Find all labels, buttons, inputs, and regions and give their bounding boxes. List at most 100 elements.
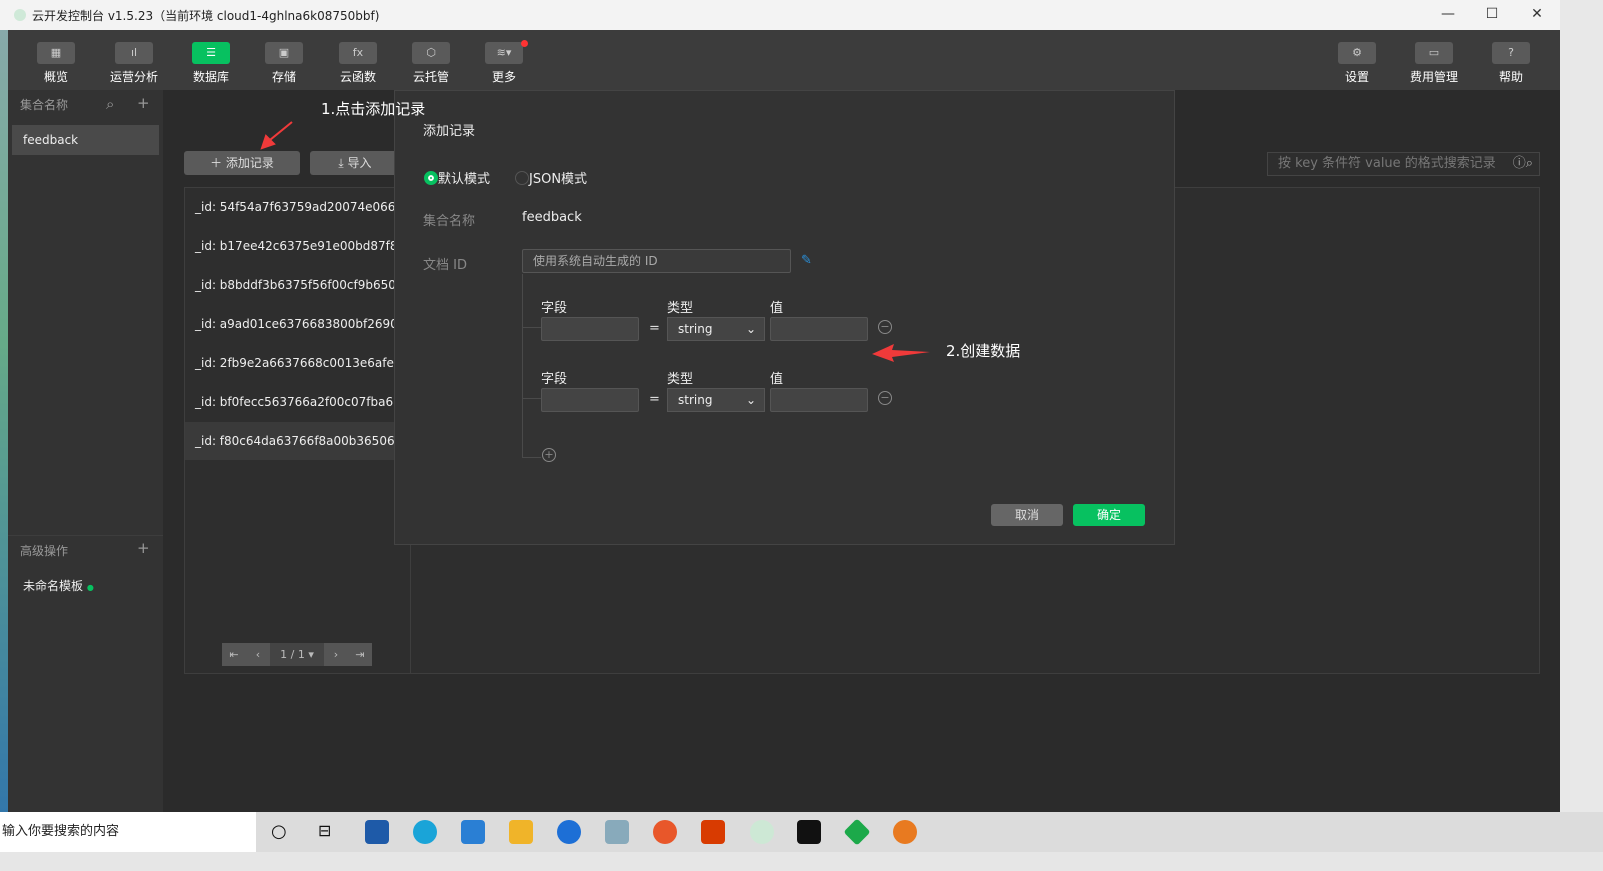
plus-icon: ＋ [210,156,226,170]
tool-functions[interactable]: fx 云函数 [333,42,383,85]
wechat-devtools-icon[interactable] [750,820,774,844]
record-item[interactable]: _id: 2fb9e2a6637668c0013e6afe34... [185,344,411,382]
next-page-button[interactable]: › [324,648,348,661]
office-icon[interactable] [701,820,725,844]
record-item[interactable]: _id: 54f54a7f63759ad20074e06655... [185,188,411,226]
record-item-selected[interactable]: _id: f80c64da63766f8a00b3650618... [185,422,411,460]
page-select[interactable]: 1 / 1 ▾ [270,643,324,666]
annotation-step2: 2.创建数据 [946,342,1021,360]
radio-checked-icon [424,170,438,185]
add-record-button[interactable]: ＋ 添加记录 [184,151,300,175]
record-item[interactable]: _id: b8bddf3b6375f56f00cf9b6503... [185,266,411,304]
function-icon: fx [339,42,377,64]
record-item[interactable]: _id: bf0fecc563766a2f00c07fba632... [185,383,411,421]
tool-settings[interactable]: ⚙ 设置 [1332,42,1382,85]
help-icon: ? [1492,42,1530,64]
app-icon[interactable] [893,820,917,844]
tool-hosting[interactable]: ⬡ 云托管 [406,42,456,85]
tool-label: 帮助 [1498,70,1523,84]
type-select[interactable]: string ⌄ [667,317,765,341]
tree-line [522,274,523,457]
app-logo-icon [14,9,26,21]
field-value-input[interactable] [770,388,868,412]
import-button[interactable]: ⤓ 导入 [310,151,400,175]
collection-value: feedback [522,210,582,225]
docid-input[interactable]: 使用系统自动生成的 ID [522,249,791,273]
tool-more[interactable]: ≋▾ 更多 [479,42,529,85]
edit-icon[interactable]: ✎ [801,253,812,268]
app-icon[interactable] [843,818,871,846]
add-field-icon[interactable]: + [542,448,556,462]
tool-database[interactable]: ☰ 数据库 [186,42,236,85]
collection-item-feedback[interactable]: feedback [12,125,159,155]
tool-label: 概览 [43,70,68,84]
title-bar: 云开发控制台 v1.5.23（当前环境 cloud1-4ghlna6k08750… [0,0,1560,30]
tool-storage[interactable]: ▣ 存储 [259,42,309,85]
file-explorer-icon[interactable] [509,820,533,844]
annotation-arrow-icon [260,121,293,150]
pagination: ⇤ ‹ 1 / 1 ▾ › ⇥ [222,643,372,666]
mode-default-radio[interactable]: 默认模式 [424,168,490,187]
app-icon[interactable] [557,820,581,844]
taskbar-search[interactable]: 输入你要搜索的内容 [0,812,256,852]
docid-placeholder: 使用系统自动生成的 ID [533,254,658,268]
tree-branch [522,327,541,328]
mail-icon[interactable] [461,820,485,844]
collections-sidebar: 集合名称 ⌕ + feedback 高级操作 + 未命名模板 ● [8,90,163,812]
minimize-button[interactable]: — [1438,6,1458,22]
add-record-label: 添加记录 [225,156,274,170]
add-template-icon[interactable]: + [137,539,150,557]
first-page-button[interactable]: ⇤ [222,648,246,661]
store-icon[interactable] [365,820,389,844]
task-view-icon[interactable]: ⊟ [318,821,331,840]
tool-billing[interactable]: ▭ 费用管理 [1409,42,1459,85]
maximize-button[interactable]: ☐ [1482,6,1502,22]
cancel-button[interactable]: 取消 [991,504,1063,526]
floppy-icon: ▣ [265,42,303,64]
record-item[interactable]: _id: a9ad01ce6376683800bf26903... [185,305,411,343]
terminal-icon[interactable] [797,820,821,844]
add-collection-icon[interactable]: + [137,94,150,112]
tool-label: 设置 [1344,70,1369,84]
last-page-button[interactable]: ⇥ [348,648,372,661]
remove-field-icon[interactable]: − [878,391,892,405]
mode-json-radio[interactable]: JSON模式 [515,168,587,187]
desktop-background-right [1560,0,1603,812]
gear-icon: ⚙ [1338,42,1376,64]
database-icon: ☰ [192,42,230,64]
tool-label: 数据库 [192,70,229,84]
search-icon[interactable]: ⌕ [106,95,114,113]
tool-label: 更多 [491,70,516,84]
field-name-input[interactable] [541,388,639,412]
prev-page-button[interactable]: ‹ [246,648,270,661]
field-name-input[interactable] [541,317,639,341]
radio-unchecked-icon [515,170,529,185]
remove-field-icon[interactable]: − [878,320,892,334]
app-icon[interactable] [605,820,629,844]
top-toolbar: ▦ 概览 ıl 运营分析 ☰ 数据库 ▣ 存储 fx 云函数 ⬡ 云托管 ≋▾ 更多 ⚙ 设置 … [8,30,1560,90]
grid-icon: ▦ [37,42,75,64]
record-item[interactable]: _id: b17ee42c6375e91e00bd87f83... [185,227,411,265]
tool-help[interactable]: ? 帮助 [1486,42,1536,85]
tool-analytics[interactable]: ıl 运营分析 [109,42,159,85]
edge-icon[interactable] [413,820,437,844]
desktop-background [0,30,8,812]
annotation-step1: 1.点击添加记录 [321,100,426,118]
tool-label: 存储 [271,70,296,84]
tool-overview[interactable]: ▦ 概览 [31,42,81,85]
close-button[interactable]: ✕ [1527,6,1547,22]
value-label: 值 [770,372,784,387]
tree-branch [522,457,541,458]
search-placeholder: 按 key 条件符 value 的格式搜索记录 [1278,156,1496,171]
download-icon: ⤓ [338,156,348,170]
type-select[interactable]: string ⌄ [667,388,765,412]
firefox-icon[interactable] [653,820,677,844]
add-record-dialog: 添加记录 默认模式 JSON模式 集合名称 feedback 文档 ID 使用系… [394,90,1175,545]
info-search-icon[interactable]: ⓘ⌕ [1513,153,1533,175]
confirm-button[interactable]: 确定 [1073,504,1145,526]
cortana-icon[interactable]: ○ [271,821,287,842]
dialog-title: 添加记录 [423,124,476,139]
template-item[interactable]: 未命名模板 ● [23,577,94,594]
field-value-input[interactable] [770,317,868,341]
record-search-input[interactable]: 按 key 条件符 value 的格式搜索记录 ⓘ⌕ [1267,152,1540,176]
